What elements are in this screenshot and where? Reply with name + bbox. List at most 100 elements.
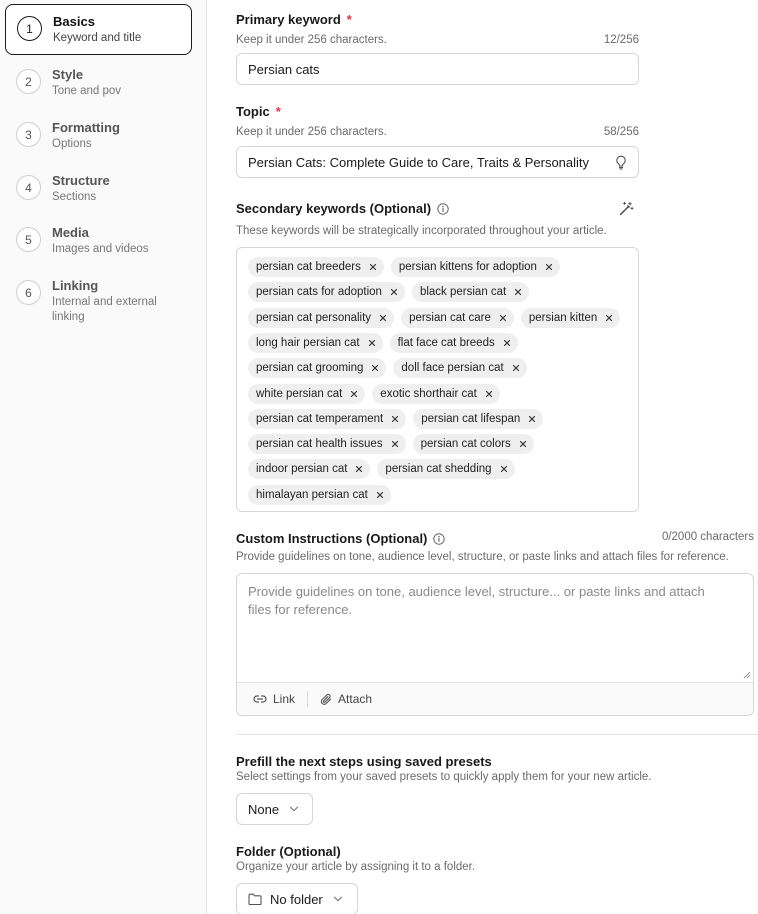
remove-keyword-icon[interactable] bbox=[496, 461, 512, 477]
custom-instructions-hint: Provide guidelines on tone, audience lev… bbox=[236, 551, 729, 563]
keyword-chip: persian cat colors bbox=[412, 434, 534, 455]
keyword-chip-label: persian cat personality bbox=[256, 311, 372, 324]
lightbulb-icon[interactable] bbox=[615, 155, 627, 170]
remove-keyword-icon[interactable] bbox=[387, 436, 403, 452]
remove-keyword-icon[interactable] bbox=[367, 360, 383, 376]
step-subtitle: Options bbox=[52, 138, 92, 150]
keyword-chip: persian cat grooming bbox=[248, 358, 387, 379]
keyword-chip-label: persian kitten bbox=[528, 311, 598, 324]
secondary-keywords-label-text: Secondary keywords (Optional) bbox=[236, 201, 432, 216]
step-media[interactable]: 5 Media Images and videos bbox=[5, 216, 192, 267]
step-sidebar: 1 Basics Keyword and title 2 Style Tone … bbox=[0, 0, 207, 914]
step-formatting[interactable]: 3 Formatting Options bbox=[5, 111, 192, 162]
remove-keyword-icon[interactable] bbox=[524, 411, 540, 427]
remove-keyword-icon[interactable] bbox=[508, 360, 524, 376]
resize-handle-icon[interactable] bbox=[743, 671, 751, 679]
topic-value: Persian Cats: Complete Guide to Care, Tr… bbox=[248, 154, 590, 170]
presets-select[interactable]: None bbox=[236, 793, 313, 825]
remove-keyword-icon[interactable] bbox=[499, 335, 515, 351]
remove-keyword-icon[interactable] bbox=[365, 259, 381, 275]
keyword-chip-label: exotic shorthair cat bbox=[380, 387, 477, 400]
link-button[interactable]: Link bbox=[253, 692, 295, 706]
keyword-chip: persian kittens for adoption bbox=[390, 257, 560, 277]
primary-keyword-input[interactable]: Persian cats bbox=[236, 53, 639, 85]
remove-keyword-icon[interactable] bbox=[387, 411, 403, 427]
chevron-down-icon bbox=[333, 896, 343, 902]
keyword-chip-label: flat face cat breeds bbox=[397, 336, 495, 349]
keyword-chip-label: persian cat lifespan bbox=[421, 412, 521, 425]
presets-label: Prefill the next steps using saved prese… bbox=[236, 754, 492, 769]
step-structure[interactable]: 4 Structure Sections bbox=[5, 164, 192, 215]
folder-select[interactable]: No folder bbox=[236, 883, 358, 914]
step-linking[interactable]: 6 Linking Internal and external linking bbox=[5, 269, 192, 329]
remove-keyword-icon[interactable] bbox=[364, 335, 380, 351]
keyword-chip: persian cat lifespan bbox=[413, 408, 544, 429]
keyword-chip: exotic shorthair cat bbox=[372, 383, 500, 404]
attach-button[interactable]: Attach bbox=[320, 692, 372, 706]
keyword-chip: doll face persian cat bbox=[393, 358, 527, 379]
keyword-chip-label: white persian cat bbox=[256, 387, 343, 400]
step-number: 4 bbox=[16, 175, 41, 200]
keyword-chip-label: persian cat breeders bbox=[256, 261, 361, 273]
remove-keyword-icon[interactable] bbox=[510, 284, 526, 300]
remove-keyword-icon[interactable] bbox=[375, 310, 391, 326]
primary-keyword-label: Primary keyword * bbox=[236, 12, 352, 27]
step-title: Linking bbox=[52, 278, 99, 293]
link-button-label: Link bbox=[273, 692, 296, 706]
step-title: Structure bbox=[52, 173, 110, 188]
topic-label-text: Topic bbox=[236, 104, 270, 119]
chevron-down-icon bbox=[289, 806, 299, 812]
keyword-chip: persian cat care bbox=[401, 307, 514, 328]
step-style[interactable]: 2 Style Tone and pov bbox=[5, 58, 192, 109]
step-title: Style bbox=[52, 67, 84, 82]
attach-button-label: Attach bbox=[338, 692, 373, 706]
keyword-chip-label: persian cat temperament bbox=[256, 412, 384, 425]
topic-input[interactable]: Persian Cats: Complete Guide to Care, Tr… bbox=[236, 146, 639, 178]
required-mark: * bbox=[275, 104, 281, 119]
custom-instructions-textarea[interactable]: Provide guidelines on tone, audience lev… bbox=[236, 573, 754, 716]
secondary-keywords-box[interactable]: persian cat breeders persian kittens for … bbox=[236, 247, 639, 512]
folder-icon bbox=[248, 893, 262, 905]
topic-count: 58/256 bbox=[603, 126, 639, 138]
custom-instructions-placeholder: Provide guidelines on tone, audience lev… bbox=[248, 584, 705, 617]
step-basics[interactable]: 1 Basics Keyword and title bbox=[5, 4, 192, 55]
step-number: 2 bbox=[16, 69, 41, 94]
keyword-chip-label: himalayan persian cat bbox=[256, 488, 368, 501]
keyword-chip-label: persian cats for adoption bbox=[256, 286, 382, 299]
remove-keyword-icon[interactable] bbox=[495, 310, 511, 326]
link-icon bbox=[253, 694, 267, 704]
presets-select-value: None bbox=[248, 801, 280, 817]
keyword-chip: persian cats for adoption bbox=[248, 282, 405, 303]
remove-keyword-icon[interactable] bbox=[386, 284, 402, 300]
remove-keyword-icon[interactable] bbox=[481, 386, 497, 402]
remove-keyword-icon[interactable] bbox=[601, 310, 617, 326]
folder-select-value: No folder bbox=[270, 891, 323, 907]
step-subtitle: Internal and external linking bbox=[52, 296, 157, 323]
presets-hint: Select settings from your saved presets … bbox=[236, 771, 652, 783]
step-number: 3 bbox=[16, 122, 41, 147]
remove-keyword-icon[interactable] bbox=[351, 461, 367, 477]
keyword-chip-label: persian kittens for adoption bbox=[398, 261, 537, 273]
keyword-chip-label: persian cat care bbox=[409, 311, 491, 324]
primary-keyword-label-text: Primary keyword bbox=[236, 12, 341, 27]
keyword-chip: persian cat temperament bbox=[248, 408, 407, 429]
keyword-chip-label: indoor persian cat bbox=[256, 463, 348, 476]
primary-keyword-hint: Keep it under 256 characters. bbox=[236, 34, 387, 46]
remove-keyword-icon[interactable] bbox=[515, 436, 531, 452]
keyword-chip: persian cat health issues bbox=[248, 434, 406, 455]
custom-instructions-count: 0/2000 characters bbox=[661, 531, 754, 543]
step-number: 6 bbox=[16, 280, 41, 305]
custom-instructions-label-text: Custom Instructions (Optional) bbox=[236, 531, 428, 546]
required-mark: * bbox=[346, 12, 352, 27]
primary-keyword-value: Persian cats bbox=[248, 61, 320, 77]
remove-keyword-icon[interactable] bbox=[346, 386, 362, 402]
remove-keyword-icon[interactable] bbox=[372, 487, 388, 503]
step-subtitle: Keyword and title bbox=[53, 32, 142, 44]
magic-wand-icon[interactable] bbox=[618, 201, 634, 217]
keyword-chip: persian cat breeders bbox=[248, 257, 384, 277]
remove-keyword-icon[interactable] bbox=[541, 259, 557, 275]
info-icon[interactable] bbox=[433, 532, 446, 545]
info-icon[interactable] bbox=[437, 202, 449, 215]
keyword-chip: himalayan persian cat bbox=[248, 484, 391, 505]
keyword-chip-label: persian cat shedding bbox=[385, 463, 492, 476]
